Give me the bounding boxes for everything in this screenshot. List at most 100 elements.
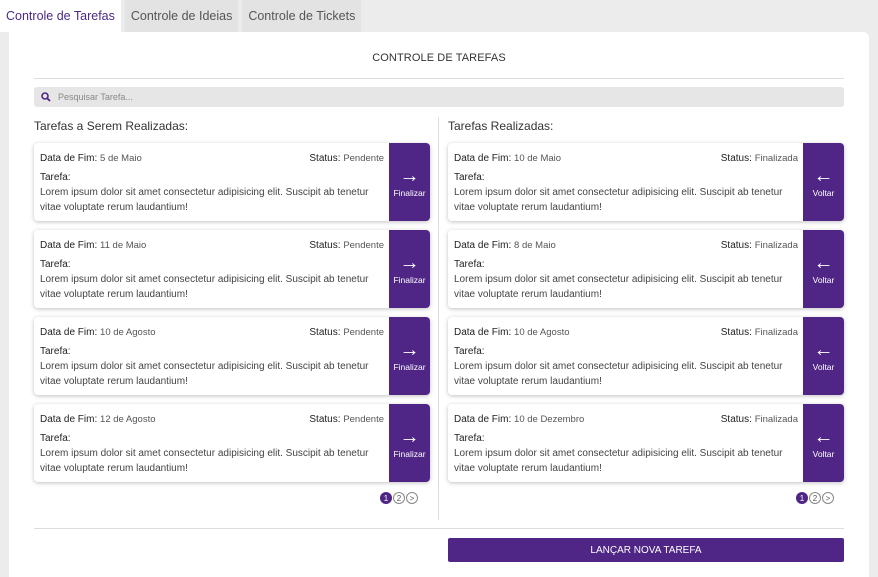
tab-bar: Controle de Tarefas Controle de Ideias C… bbox=[0, 0, 362, 32]
due-date-label: Data de Fim: bbox=[40, 414, 98, 425]
page-2-button[interactable]: 2 bbox=[393, 492, 405, 504]
task-description: Lorem ipsum dolor sit amet consectetur a… bbox=[40, 187, 369, 213]
action-label: Voltar bbox=[812, 274, 835, 285]
finalize-button[interactable]: → Finalizar bbox=[389, 317, 430, 395]
finalize-button[interactable]: → Finalizar bbox=[389, 230, 430, 308]
action-label: Finalizar bbox=[393, 187, 426, 198]
due-date: Data de Fim: 8 de Maio bbox=[454, 239, 556, 253]
status-value: Finalizada bbox=[754, 414, 798, 425]
due-date-value: 10 de Dezembro bbox=[514, 414, 585, 425]
task-card-body: Data de Fim: 10 de Agosto Status: Pendent… bbox=[40, 326, 384, 389]
status-label: Status: bbox=[309, 240, 341, 251]
task-label: Tarefa: bbox=[454, 433, 485, 444]
due-date: Data de Fim: 12 de Agosto bbox=[40, 413, 156, 427]
status: Status: Pendente bbox=[309, 413, 384, 427]
arrow-left-icon: ← bbox=[813, 425, 834, 448]
arrow-left-icon: ← bbox=[813, 251, 834, 274]
status-label: Status: bbox=[720, 240, 752, 251]
due-date: Data de Fim: 10 de Dezembro bbox=[454, 413, 584, 427]
due-date-label: Data de Fim: bbox=[454, 153, 512, 164]
done-task-card: Data de Fim: 8 de Maio Status: Finalizada… bbox=[448, 230, 844, 308]
task-description: Lorem ipsum dolor sit amet consectetur a… bbox=[40, 361, 369, 387]
action-label: Finalizar bbox=[393, 448, 426, 459]
task-label: Tarefa: bbox=[454, 346, 485, 357]
launch-new-task-button[interactable]: LANÇAR NOVA TAREFA bbox=[448, 538, 844, 562]
main-panel: CONTROLE DE TAREFAS Tarefas a Serem Real… bbox=[9, 32, 869, 577]
due-date-value: 10 de Maio bbox=[514, 153, 562, 164]
search-icon[interactable] bbox=[34, 92, 58, 102]
due-date-label: Data de Fim: bbox=[454, 327, 512, 338]
task-card-header: Data de Fim: 5 de Maio Status: Pendente bbox=[40, 152, 384, 166]
return-button[interactable]: ← Voltar bbox=[803, 317, 844, 395]
tab-controle-de-ideias[interactable]: Controle de Ideias bbox=[124, 0, 239, 32]
task-card-header: Data de Fim: 10 de Maio Status: Finalizad… bbox=[454, 152, 798, 166]
task-description: Lorem ipsum dolor sit amet consectetur a… bbox=[454, 187, 783, 213]
task-card-body: Data de Fim: 10 de Agosto Status: Finaliz… bbox=[454, 326, 798, 389]
status: Status: Finalizada bbox=[721, 413, 798, 427]
task-card-header: Data de Fim: 12 de Agosto Status: Pendent… bbox=[40, 413, 384, 427]
finalize-button[interactable]: → Finalizar bbox=[389, 404, 430, 482]
due-date-value: 5 de Maio bbox=[100, 153, 142, 164]
status-value: Finalizada bbox=[754, 240, 798, 251]
due-date-label: Data de Fim: bbox=[40, 240, 98, 251]
action-label: Finalizar bbox=[393, 361, 426, 372]
arrow-left-icon: ← bbox=[813, 338, 834, 361]
task-label: Tarefa: bbox=[40, 172, 71, 183]
status-label: Status: bbox=[720, 414, 752, 425]
page-2-button[interactable]: 2 bbox=[809, 492, 821, 504]
tab-controle-de-tickets[interactable]: Controle de Tickets bbox=[242, 0, 362, 32]
task-description: Lorem ipsum dolor sit amet consectetur a… bbox=[454, 361, 783, 387]
pending-column-title: Tarefas a Serem Realizadas: bbox=[34, 119, 189, 133]
status-label: Status: bbox=[720, 327, 752, 338]
page-title: CONTROLE DE TAREFAS bbox=[372, 52, 506, 64]
due-date-label: Data de Fim: bbox=[40, 327, 98, 338]
status: Status: Finalizada bbox=[721, 239, 798, 253]
status: Status: Pendente bbox=[309, 239, 384, 253]
status-value: Pendente bbox=[343, 240, 384, 251]
task-card-body: Data de Fim: 12 de Agosto Status: Pendent… bbox=[40, 413, 384, 476]
task-card-body: Data de Fim: 10 de Maio Status: Finalizad… bbox=[454, 152, 798, 215]
done-task-card: Data de Fim: 10 de Maio Status: Finalizad… bbox=[448, 143, 844, 221]
next-page-button[interactable]: > bbox=[822, 492, 834, 504]
due-date: Data de Fim: 10 de Maio bbox=[454, 152, 561, 166]
status-value: Pendente bbox=[343, 414, 384, 425]
status: Status: Pendente bbox=[309, 152, 384, 166]
arrow-right-icon: → bbox=[399, 338, 420, 361]
action-label: Voltar bbox=[812, 361, 835, 372]
due-date-label: Data de Fim: bbox=[454, 414, 512, 425]
task-label: Tarefa: bbox=[40, 259, 71, 270]
return-button[interactable]: ← Voltar bbox=[803, 143, 844, 221]
due-date-value: 12 de Agosto bbox=[100, 414, 156, 425]
status: Status: Finalizada bbox=[721, 326, 798, 340]
task-card-header: Data de Fim: 11 de Maio Status: Pendente bbox=[40, 239, 384, 253]
status-value: Finalizada bbox=[754, 153, 798, 164]
due-date-value: 10 de Agosto bbox=[514, 327, 570, 338]
tab-controle-de-tarefas[interactable]: Controle de Tarefas bbox=[0, 0, 121, 32]
action-label: Voltar bbox=[812, 187, 835, 198]
task-card-header: Data de Fim: 10 de Dezembro Status: Final… bbox=[454, 413, 798, 427]
done-column-title: Tarefas Realizadas: bbox=[448, 119, 554, 133]
task-card-body: Data de Fim: 8 de Maio Status: Finalizada… bbox=[454, 239, 798, 302]
status-label: Status: bbox=[309, 414, 341, 425]
next-page-button[interactable]: > bbox=[406, 492, 418, 504]
search-input[interactable] bbox=[58, 92, 818, 102]
task-label: Tarefa: bbox=[454, 259, 485, 270]
pending-pagination: 1 2 > bbox=[380, 492, 418, 504]
task-card-body: Data de Fim: 5 de Maio Status: Pendente Ta… bbox=[40, 152, 384, 215]
due-date: Data de Fim: 10 de Agosto bbox=[40, 326, 156, 340]
pending-task-card: Data de Fim: 12 de Agosto Status: Pendent… bbox=[34, 404, 430, 482]
action-label: Finalizar bbox=[393, 274, 426, 285]
return-button[interactable]: ← Voltar bbox=[803, 404, 844, 482]
page-1-button[interactable]: 1 bbox=[796, 492, 808, 504]
status: Status: Finalizada bbox=[721, 152, 798, 166]
finalize-button[interactable]: → Finalizar bbox=[389, 143, 430, 221]
task-description: Lorem ipsum dolor sit amet consectetur a… bbox=[454, 448, 783, 474]
title-divider bbox=[34, 78, 844, 79]
due-date: Data de Fim: 10 de Agosto bbox=[454, 326, 570, 340]
status-value: Pendente bbox=[343, 327, 384, 338]
page-1-button[interactable]: 1 bbox=[380, 492, 392, 504]
due-date-label: Data de Fim: bbox=[40, 153, 98, 164]
arrow-right-icon: → bbox=[399, 251, 420, 274]
due-date: Data de Fim: 11 de Maio bbox=[40, 239, 146, 253]
return-button[interactable]: ← Voltar bbox=[803, 230, 844, 308]
